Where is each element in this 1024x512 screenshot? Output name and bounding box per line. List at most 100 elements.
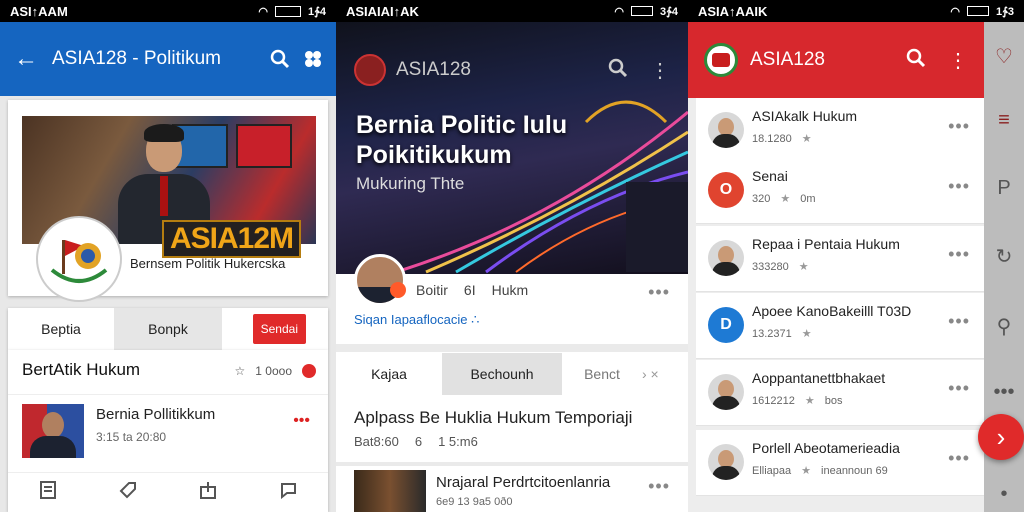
- contact-row[interactable]: O Senai 320 ★ 0m •••: [696, 158, 984, 224]
- star-icon[interactable]: ☆: [235, 364, 246, 378]
- tab-bechounh[interactable]: Bechounh: [442, 353, 562, 395]
- search-icon[interactable]: [270, 49, 290, 69]
- tv-screen-graphic: [236, 124, 292, 168]
- refresh-icon[interactable]: ↻: [992, 244, 1016, 268]
- tab-scroll-icon[interactable]: › ×: [642, 366, 659, 382]
- news-thumbnail[interactable]: [22, 404, 84, 458]
- star-icon[interactable]: ★: [799, 260, 809, 273]
- tag-icon[interactable]: [119, 481, 137, 504]
- hero-title-line: Bernia Politic Iulu: [356, 111, 568, 139]
- feed-count: 1 0ooo: [255, 364, 292, 378]
- more-options-icon[interactable]: •••: [948, 378, 970, 399]
- post-category[interactable]: Hukm: [492, 282, 529, 298]
- status-time: 1∱4: [308, 5, 326, 18]
- contact-meta: 1612212 ★ bos: [752, 394, 842, 408]
- search-icon[interactable]: [608, 58, 628, 83]
- app-panel-1: ASI↑AAM ◠ 1∱4 ← ASIA128 - Politikum ASIA…: [0, 0, 336, 512]
- post-meta-row: Boitir 6I Hukm: [416, 282, 528, 298]
- contact-name: ASIAkalk Hukum: [752, 108, 858, 124]
- status-carrier: ASIAIAI↑AK: [346, 3, 419, 19]
- more-options-icon[interactable]: •••: [948, 448, 970, 469]
- wifi-icon: ◠: [258, 5, 269, 18]
- star-icon[interactable]: ★: [802, 327, 812, 340]
- comment-icon[interactable]: [279, 481, 297, 504]
- search-icon[interactable]: ⚲: [992, 314, 1016, 338]
- tab-bonpk[interactable]: Bonpk: [114, 308, 222, 350]
- news-title[interactable]: Bernia Pollitikkum: [96, 406, 215, 423]
- more-options-icon[interactable]: •••: [948, 244, 970, 265]
- next-arrow-fab[interactable]: ›: [978, 414, 1024, 460]
- contact-row[interactable]: Repaa i Pentaia Hukum 333280 ★ •••: [696, 226, 984, 292]
- contact-name: Apoee KanoBakeilll T03D: [752, 303, 912, 319]
- avatar[interactable]: [708, 444, 744, 480]
- star-icon[interactable]: ★: [805, 394, 815, 407]
- tab-kajaa[interactable]: Kajaa: [336, 353, 442, 395]
- more-options-icon[interactable]: •••: [293, 412, 310, 430]
- news-meta: 3:15 ta 20:80: [96, 430, 167, 444]
- status-bar: ASIAIAI↑AK ◠ 3∱4: [336, 0, 688, 22]
- contact-row[interactable]: D Apoee KanoBakeilll T03D 13.2371 ★ •••: [696, 293, 984, 359]
- contact-name: Repaa i Pentaia Hukum: [752, 236, 900, 252]
- more-options-icon[interactable]: •••: [648, 282, 670, 303]
- more-options-icon[interactable]: •••: [648, 476, 670, 497]
- emblem-logo-icon: [36, 216, 122, 302]
- contact-row[interactable]: ASIAkalk Hukum 18.1280 ★ •••: [696, 98, 984, 164]
- avatar[interactable]: [708, 112, 744, 148]
- avatar[interactable]: [354, 254, 406, 306]
- user-icon[interactable]: •: [992, 482, 1016, 506]
- status-bar: ASIA↑AAIK ◠ 1∱3: [688, 0, 1024, 22]
- overflow-menu-icon[interactable]: ⋮: [948, 48, 968, 73]
- article-item[interactable]: Aplpass Be Huklia Hukum Temporiaji Bat8:…: [336, 396, 688, 462]
- verified-badge-icon: [390, 282, 406, 298]
- star-icon[interactable]: ★: [802, 132, 812, 145]
- more-options-icon[interactable]: •••: [948, 176, 970, 197]
- more-options-icon[interactable]: •••: [948, 311, 970, 332]
- contact-meta: 320 ★ 0m: [752, 192, 816, 206]
- article-item[interactable]: Nrajaral Perdrtcitoenlanria 6e9 13 9a5 0…: [336, 466, 688, 512]
- avatar[interactable]: [708, 240, 744, 276]
- more-options-icon[interactable]: •••: [948, 116, 970, 137]
- profile-icon[interactable]: P: [992, 176, 1016, 200]
- back-arrow-icon[interactable]: ←: [14, 45, 38, 73]
- contact-name: Porlell Abeotamerieadia: [752, 440, 900, 456]
- tab-sendai[interactable]: Sendai: [252, 314, 306, 344]
- page-title: ASIA128 - Politikum: [52, 48, 221, 69]
- share-icon[interactable]: [199, 481, 217, 504]
- more-icon[interactable]: •••: [992, 380, 1016, 404]
- contact-meta: 18.1280 ★: [752, 132, 812, 146]
- book-icon[interactable]: ≡: [992, 108, 1016, 132]
- contact-meta: 13.2371 ★: [752, 327, 812, 341]
- featured-card[interactable]: ASIA12M Bernsem Politik Hukercska: [8, 100, 328, 302]
- heart-icon[interactable]: ♡: [992, 44, 1016, 68]
- star-icon[interactable]: ★: [801, 464, 811, 477]
- post-author[interactable]: Boitir: [416, 282, 448, 298]
- status-icons: ◠ 3∱4: [614, 5, 678, 18]
- record-icon[interactable]: [302, 364, 316, 378]
- contact-row[interactable]: Aoppantanettbhakaet 1612212 ★ bos •••: [696, 360, 984, 426]
- contact-meta-value: Elliapaa: [752, 464, 792, 477]
- search-icon[interactable]: [906, 48, 926, 73]
- apps-icon[interactable]: [304, 50, 322, 68]
- overflow-menu-icon[interactable]: ⋮: [650, 58, 670, 83]
- article-meta: 6e9 13 9a5 0ð0: [436, 496, 513, 508]
- tab-beptia[interactable]: Beptia: [8, 308, 114, 350]
- article-thumbnail[interactable]: [354, 470, 426, 512]
- avatar[interactable]: D: [708, 307, 744, 343]
- wifi-icon: ◠: [950, 5, 961, 18]
- post-location[interactable]: Siqan Iapaaflocacie ∴: [354, 312, 479, 328]
- featured-caption: Bernsem Politik Hukercska: [130, 256, 286, 271]
- post-count: 6I: [463, 282, 476, 298]
- document-icon[interactable]: [39, 481, 57, 504]
- app-panel-3: ASIA↑AAIK ◠ 1∱3 ASIA128 ⋮ ♡ ≡ P ↻ ⚲ ••• …: [688, 0, 1024, 512]
- tab-bar: Kajaa Bechounh Benct › ×: [336, 352, 688, 396]
- article-title[interactable]: Nrajaral Perdrtcitoenlanria: [436, 474, 610, 491]
- contact-meta-extra: 0m: [800, 192, 816, 205]
- tab-benct[interactable]: Benct: [562, 353, 642, 395]
- screen-collage: ASI↑AAM ◠ 1∱4 ← ASIA128 - Politikum ASIA…: [0, 0, 1024, 512]
- battery-icon: [631, 6, 654, 16]
- avatar[interactable]: O: [708, 172, 744, 208]
- avatar[interactable]: [708, 374, 744, 410]
- star-icon[interactable]: ★: [780, 192, 790, 205]
- contact-row[interactable]: Porlell Abeotamerieadia Elliapaa ★ ineannou…: [696, 430, 984, 496]
- article-title[interactable]: Aplpass Be Huklia Hukum Temporiaji: [354, 408, 632, 428]
